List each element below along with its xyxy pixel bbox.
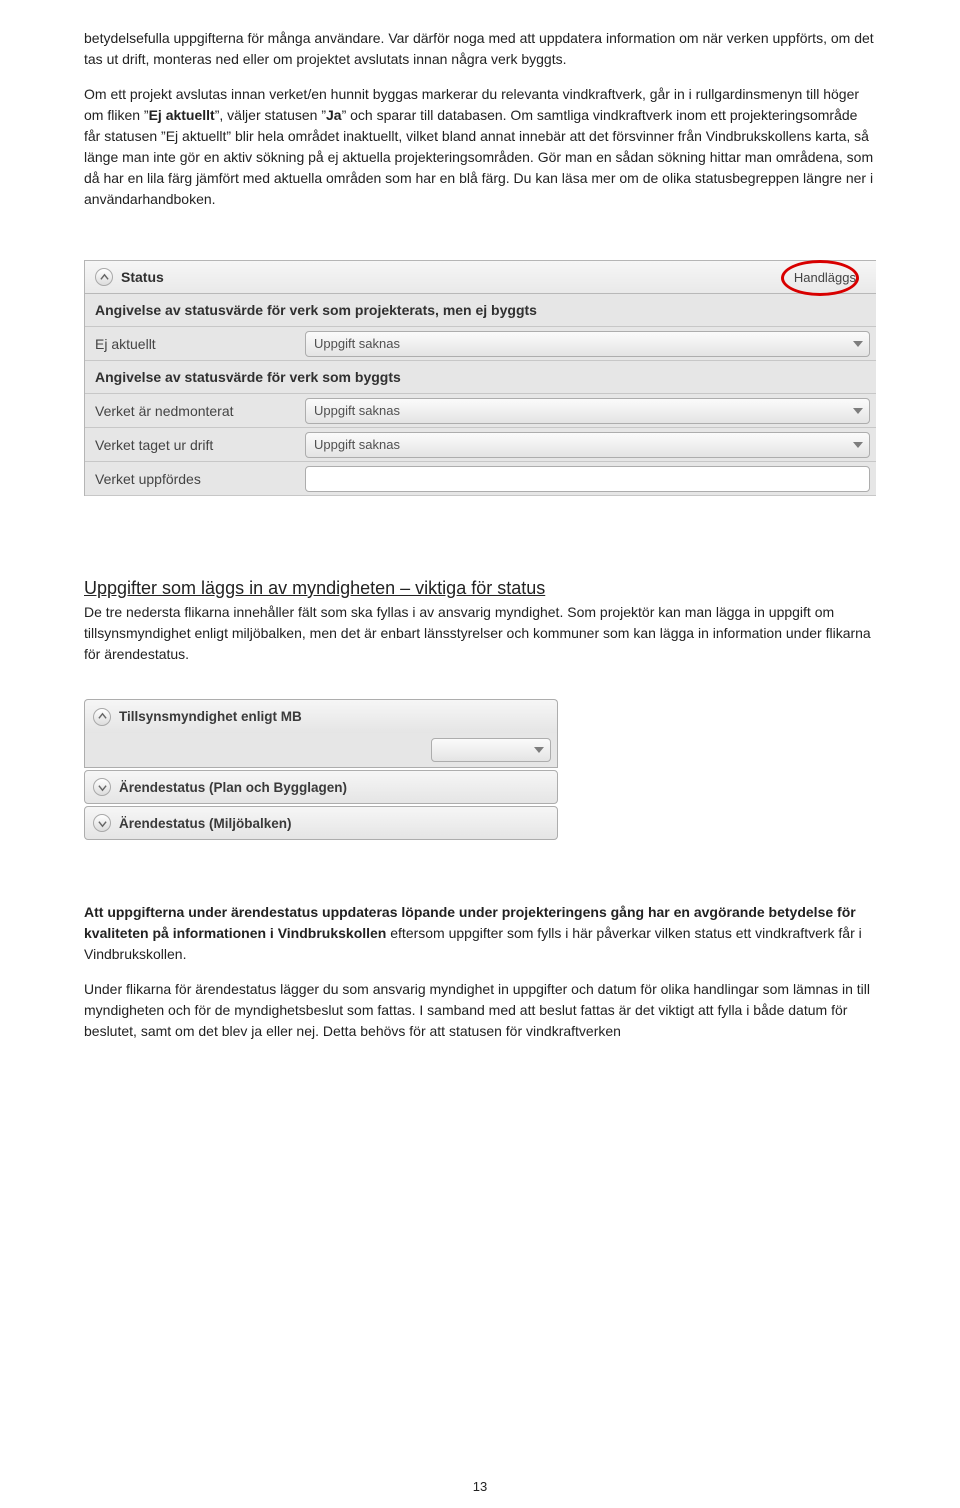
row-nedmonterat: Verket är nedmonterat Uppgift saknas — [85, 394, 876, 428]
status-panel-header[interactable]: Status Handläggs — [85, 261, 876, 294]
row-ur-drift-label: Verket taget ur drift — [95, 437, 305, 453]
acc-item-pbl[interactable]: Ärendestatus (Plan och Bygglagen) — [84, 770, 558, 804]
dropdown-ej-aktuellt[interactable]: Uppgift saknas — [305, 331, 870, 357]
page-number: 13 — [0, 1479, 960, 1494]
dropdown-ej-aktuellt-value: Uppgift saknas — [314, 336, 400, 351]
acc-item-mb[interactable]: Ärendestatus (Miljöbalken) — [84, 806, 558, 840]
paragraph-5: Under flikarna för ärendestatus lägger d… — [84, 979, 876, 1042]
acc-item-tillsyn[interactable]: Tillsynsmyndighet enligt MB — [84, 699, 558, 733]
input-uppfordes[interactable] — [305, 466, 870, 492]
chevron-down-icon — [853, 341, 863, 347]
row-uppfordes: Verket uppfördes — [85, 462, 876, 496]
status-panel-title: Status — [121, 269, 794, 285]
para2-ej-aktuellt: Ej aktuellt — [149, 107, 215, 123]
chevron-down-icon — [534, 747, 544, 753]
dropdown-nedmonterat-value: Uppgift saknas — [314, 403, 400, 418]
paragraph-3: De tre nedersta flikarna innehåller fält… — [84, 602, 876, 665]
acc-item-mb-label: Ärendestatus (Miljöbalken) — [119, 816, 292, 831]
row-ur-drift: Verket taget ur drift Uppgift saknas — [85, 428, 876, 462]
row-nedmonterat-label: Verket är nedmonterat — [95, 403, 305, 419]
chevron-down-icon — [853, 408, 863, 414]
status-panel-right: Handläggs — [794, 270, 856, 285]
paragraph-4: Att uppgifterna under ärendestatus uppda… — [84, 902, 876, 965]
dropdown-ur-drift-value: Uppgift saknas — [314, 437, 400, 452]
paragraph-1: betydelsefulla uppgifterna för många anv… — [84, 28, 876, 70]
section-label-2: Angivelse av statusvärde för verk som by… — [85, 361, 876, 394]
dropdown-nedmonterat[interactable]: Uppgift saknas — [305, 398, 870, 424]
paragraph-2: Om ett projekt avslutas innan verket/en … — [84, 84, 876, 210]
expand-icon[interactable] — [93, 778, 111, 796]
collapse-icon[interactable] — [93, 708, 111, 726]
para2-ja: Ja — [326, 107, 342, 123]
expand-icon[interactable] — [93, 814, 111, 832]
row-ej-aktuellt-label: Ej aktuellt — [95, 336, 305, 352]
para2-b: ”, väljer statusen ” — [215, 107, 326, 123]
acc-item-pbl-label: Ärendestatus (Plan och Bygglagen) — [119, 780, 347, 795]
dropdown-tillsyn[interactable] — [431, 738, 551, 762]
row-uppfordes-label: Verket uppfördes — [95, 471, 305, 487]
acc-item-tillsyn-label: Tillsynsmyndighet enligt MB — [119, 709, 302, 724]
status-panel: Status Handläggs Angivelse av statusvärd… — [84, 260, 876, 496]
heading-myndighet: Uppgifter som läggs in av myndigheten – … — [84, 578, 876, 599]
row-ej-aktuellt: Ej aktuellt Uppgift saknas — [85, 327, 876, 361]
collapse-icon[interactable] — [95, 268, 113, 286]
dropdown-ur-drift[interactable]: Uppgift saknas — [305, 432, 870, 458]
section-label-1: Angivelse av statusvärde för verk som pr… — [85, 294, 876, 327]
acc-item-tillsyn-body — [84, 733, 558, 768]
accordion: Tillsynsmyndighet enligt MB Ärendestatus… — [84, 699, 558, 840]
chevron-down-icon — [853, 442, 863, 448]
